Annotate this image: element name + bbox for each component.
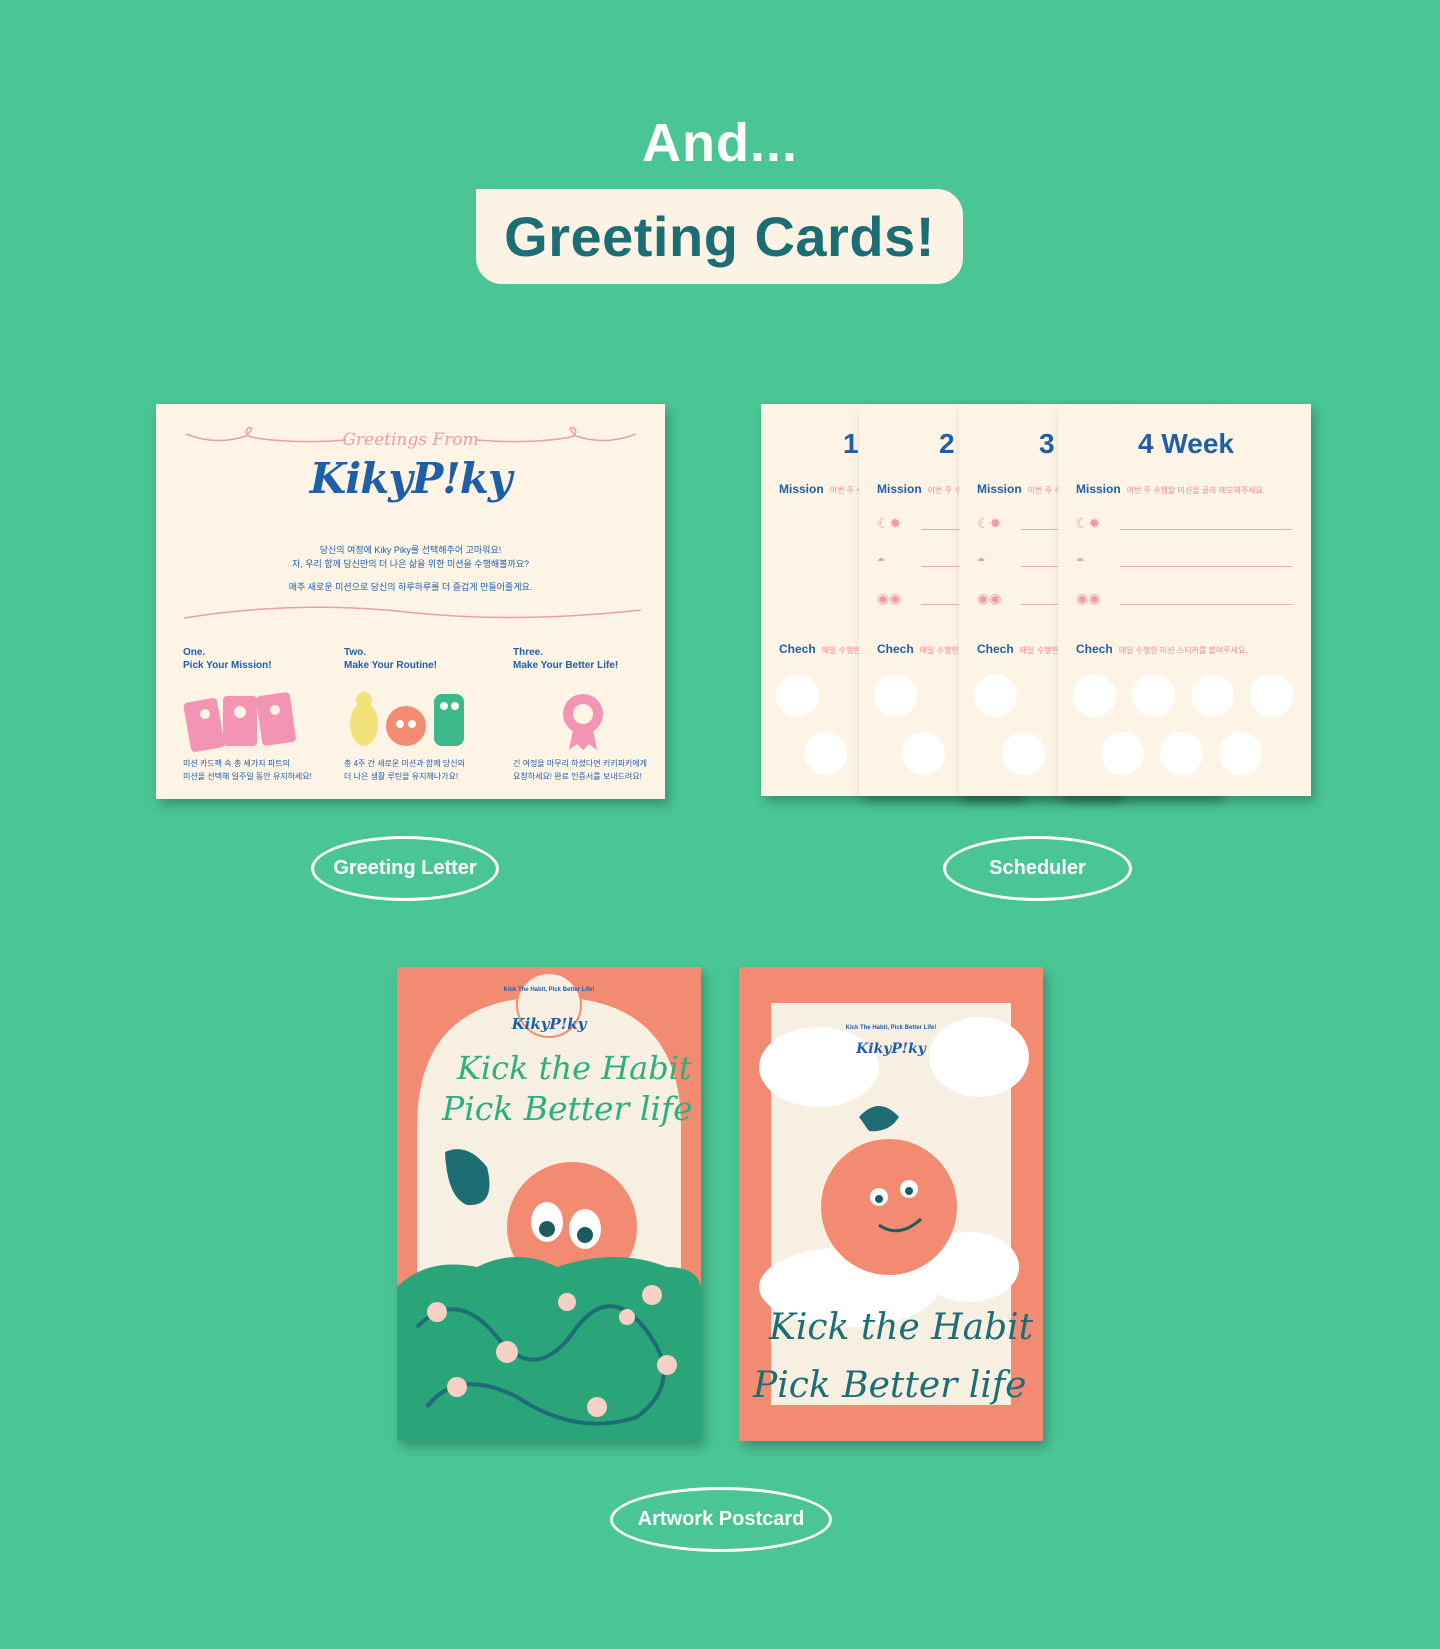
check-label: Chech 매일 수행한 [877,642,959,656]
mission-label: Mission 이번 주 수 [877,482,962,496]
step-desc: 더 나은 생활 루틴을 유지해나가요! [344,772,459,781]
intro-heading: And... [642,113,798,173]
postcard-front: KikyP!ky Kick The Habit, Pick Better Lif… [397,967,701,1441]
sticker-slot [1191,674,1234,717]
postcard-badge-text: Kick The Habit, Pick Better Life! [845,1025,937,1031]
step-num: One. [183,647,206,658]
step-title: Make Your Better Life! [513,660,619,671]
check-label: Chech 매일 수행한 [977,642,1059,656]
week-number: 3 [1039,428,1055,459]
eyes-icon: ◉◉ [877,590,902,606]
greeting-letter-card: Greetings From KikyP!ky 당신의 여정에 Kiky Pik… [156,404,665,799]
step-desc: 요청하세요! 완료 인증서를 보내드려요! [513,772,642,781]
postcard-line1: Kick the Habit [769,1307,1034,1348]
step-two: Two. Make Your Routine! 총 4주 간 새로운 미션과 함… [344,646,494,781]
intro-line: 매주 새로운 미션으로 당신의 하루하루를 더 즐겁게 만들어줄게요. [288,582,533,592]
scheduler-card-week-4: 4 Week Mission 이번 주 수행할 미션을 골라 메모해주세요. ☾✸… [1058,404,1311,796]
bowl-icon: ◓ [1076,552,1085,568]
mission-label: Mission 이번 주 수행할 미션을 골라 메모해주세요. [1076,482,1266,496]
postcard-line2: Pick Better life [753,1365,1027,1406]
rosette-badge-icon [563,694,603,750]
mission-row-night: ☾✸ [1076,515,1292,535]
postcard-logo: KikyP!ky [511,1015,587,1033]
postcard-logo: KikyP!ky [856,1041,926,1057]
kikypiky-logo: KikyP!ky [309,454,513,503]
step-title: Make Your Routine! [344,660,437,671]
postcard-illustration [397,972,701,1441]
sticker-slot [1073,674,1116,717]
characters-icon [350,692,464,746]
check-label: Chech 매일 수행한 [779,642,861,656]
postcard-line2: Pick Better life [442,1089,693,1128]
step-title: Pick Your Mission! [183,660,272,671]
sticker-slot [1219,732,1262,775]
moon-sun-icon: ☾✸ [977,515,1002,531]
sticker-slot [874,674,917,717]
greetings-from-text: Greetings From [342,430,479,450]
postcard-back: KikyP!ky Kick The Habit, Pick Better Lif… [739,967,1043,1441]
check-label: Chech 매일 수행한 미션 스티커를 붙여주세요. [1076,642,1248,656]
step-num: Two. [344,647,367,658]
moon-sun-icon: ☾✸ [877,515,902,531]
mission-row-life: ◉◉ [1076,590,1292,610]
step-three: Three. Make Your Better Life! 긴 여정을 마무리 … [513,646,663,781]
sticker-slot [1160,732,1203,775]
step-num: Three. [513,647,544,658]
eyes-icon: ◉◉ [977,590,1002,606]
step-desc: 미션 카드팩 속 총 세가지 파트의 [183,759,290,768]
sticker-slot [1132,674,1175,717]
intro-line: 자, 우리 함께 당신만의 더 나은 삶을 위한 미션을 수행해볼까요? [291,559,529,569]
mission-row-eating: ◓ [1076,552,1292,572]
sticker-slot [1002,732,1045,775]
page-title: Greeting Cards! [476,189,963,284]
step-desc: 긴 여정을 마무리 하셨다면 키키피키에게 [513,759,648,768]
eyes-icon: ◉◉ [1076,590,1101,606]
week-number: 4 Week [1138,428,1234,459]
sticker-slot [974,674,1017,717]
mission-label: Mission 이번 주 수 [779,482,864,496]
mission-cards-icon [183,692,296,752]
week-number: 1 [843,428,859,459]
postcard-badge-text: Kick The Habit, Pick Better Life! [503,987,595,993]
week-number: 2 [939,428,955,459]
intro-line: 당신의 여정에 Kiky Piky를 선택해주어 고마워요! [319,545,502,555]
bowl-icon: ◓ [877,552,886,568]
step-desc: 총 4주 간 새로운 미션과 함께 당신의 [344,759,465,768]
artwork-postcard-label: Artwork Postcard [610,1487,832,1552]
greeting-letter-label: Greeting Letter [311,836,499,901]
mission-label: Mission 이번 주 수 [977,482,1062,496]
moon-sun-icon: ☾✸ [1076,515,1101,531]
sticker-slot [804,732,847,775]
step-desc: 미션을 선택해 일주일 동안 유지하세요! [183,772,312,781]
sticker-slot [776,674,819,717]
bowl-icon: ◓ [977,552,986,568]
scheduler-label: Scheduler [943,836,1132,901]
sticker-slot [1250,674,1293,717]
postcard-line1: Kick the Habit [457,1049,692,1087]
sticker-slot [1101,732,1144,775]
sticker-slot [902,732,945,775]
step-one: One. Pick Your Mission! 미션 카드팩 속 총 세가지 파… [183,646,333,781]
